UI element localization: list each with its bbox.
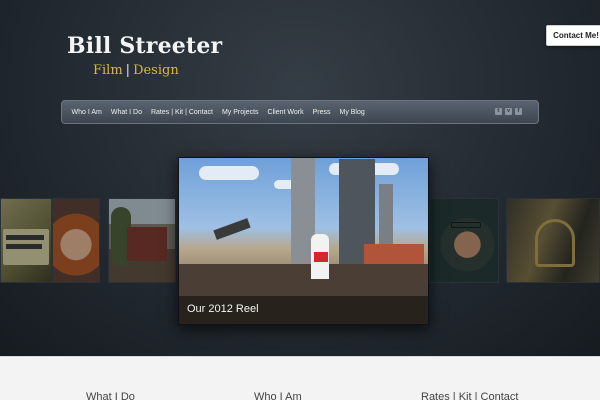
main-navigation: Who I Am What I Do Rates | Kit | Contact… [61,100,539,124]
tree-image [111,207,131,267]
subtitle-film: Film [93,63,123,78]
nav-my-projects[interactable]: My Projects [217,109,263,116]
hero-section: Bill Streeter Film | Design Contact Me! Wh… [0,0,600,356]
binocular-viewer [213,218,251,240]
facebook-icon[interactable]: f [515,108,522,115]
nav-my-blog[interactable]: My Blog [335,109,369,116]
footer-link-rates-kit-contact[interactable]: Rates | Kit | Contact [421,391,518,400]
social-links: t v f [495,108,522,115]
carousel-thumb-barn[interactable] [108,198,176,283]
twitter-icon[interactable]: t [495,108,502,115]
book-image [3,229,49,265]
contact-me-button[interactable]: Contact Me! [546,25,600,46]
barn-image [127,227,167,261]
footer-link-who-i-am[interactable]: Who I Am [254,391,302,400]
cloud-shape [199,166,259,180]
carousel-thumb-book[interactable] [0,198,52,283]
carousel-thumb-man-portrait[interactable] [429,198,499,283]
footer-link-what-i-do[interactable]: What I Do [86,391,135,400]
subtitle-separator: | [125,63,131,78]
video-caption[interactable]: Our 2012 Reel [179,296,428,324]
red-skirt [314,252,328,262]
featured-video-slide[interactable]: Our 2012 Reel [178,157,429,325]
vimeo-icon[interactable]: v [505,108,512,115]
ornament-image [535,219,575,267]
site-subtitle: Film | Design [93,63,179,78]
nav-press[interactable]: Press [308,109,335,116]
carousel-thumb-woman-portrait[interactable] [52,198,100,283]
nav-client-work[interactable]: Client Work [263,109,308,116]
nav-who-i-am[interactable]: Who I Am [67,109,106,116]
nav-what-i-do[interactable]: What I Do [106,109,146,116]
footer-links-bar: What I Do Who I Am Rates | Kit | Contact [0,356,600,400]
nav-rates-kit-contact[interactable]: Rates | Kit | Contact [146,109,217,116]
site-title[interactable]: Bill Streeter [67,33,222,59]
glasses-image [451,222,481,228]
carousel-thumb-ornament[interactable] [506,198,600,283]
subtitle-design: Design [133,63,179,78]
